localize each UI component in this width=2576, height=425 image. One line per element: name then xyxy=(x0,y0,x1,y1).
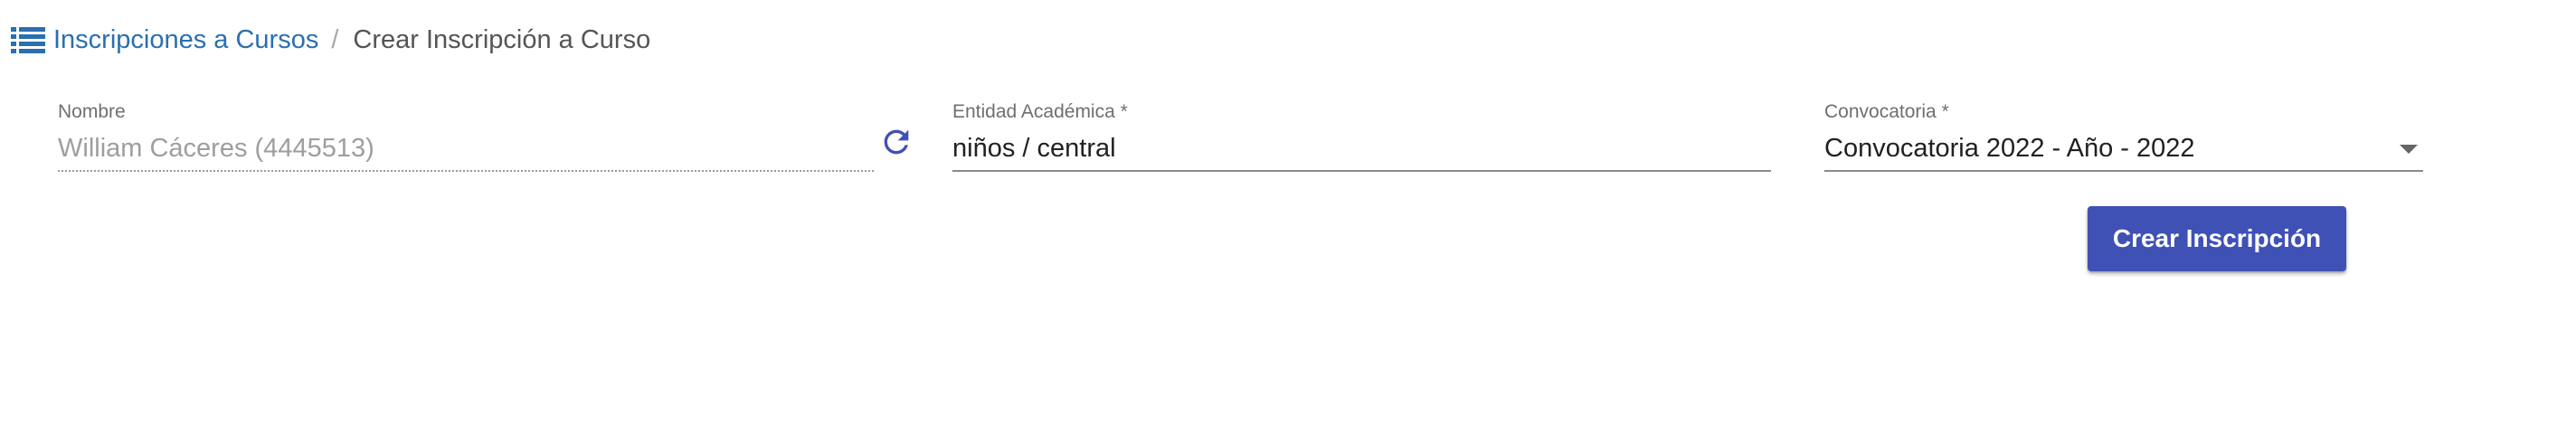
breadcrumb-link-inscripciones[interactable]: Inscripciones a Cursos xyxy=(11,25,318,55)
entidad-academica-underline xyxy=(952,170,1771,172)
breadcrumb: Inscripciones a Cursos / Crear Inscripci… xyxy=(11,22,650,58)
refresh-button[interactable] xyxy=(877,123,915,161)
refresh-icon xyxy=(884,129,909,155)
nombre-label: Nombre xyxy=(58,101,126,122)
nombre-underline xyxy=(58,170,874,172)
nombre-value: William Cáceres (4445513) xyxy=(58,134,374,163)
breadcrumb-separator: / xyxy=(331,24,339,54)
nombre-field: Nombre William Cáceres (4445513) xyxy=(58,101,874,175)
dropdown-caret-icon[interactable] xyxy=(2400,145,2418,154)
convocatoria-label: Convocatoria * xyxy=(1824,101,1949,122)
convocatoria-selected-value[interactable]: Convocatoria 2022 - Año - 2022 xyxy=(1824,134,2195,164)
entidad-academica-input[interactable]: niños / central xyxy=(952,134,1116,164)
convocatoria-underline xyxy=(1824,170,2423,172)
breadcrumb-parent-label: Inscripciones a Cursos xyxy=(53,24,319,54)
crear-inscripcion-button[interactable]: Crear Inscripción xyxy=(2088,206,2346,271)
entidad-academica-label: Entidad Académica * xyxy=(952,101,1128,122)
breadcrumb-current: Crear Inscripción a Curso xyxy=(353,24,651,54)
convocatoria-select[interactable]: Convocatoria * Convocatoria 2022 - Año -… xyxy=(1824,101,2423,175)
list-icon xyxy=(11,26,45,53)
entidad-academica-field[interactable]: Entidad Académica * niños / central xyxy=(952,101,1771,175)
